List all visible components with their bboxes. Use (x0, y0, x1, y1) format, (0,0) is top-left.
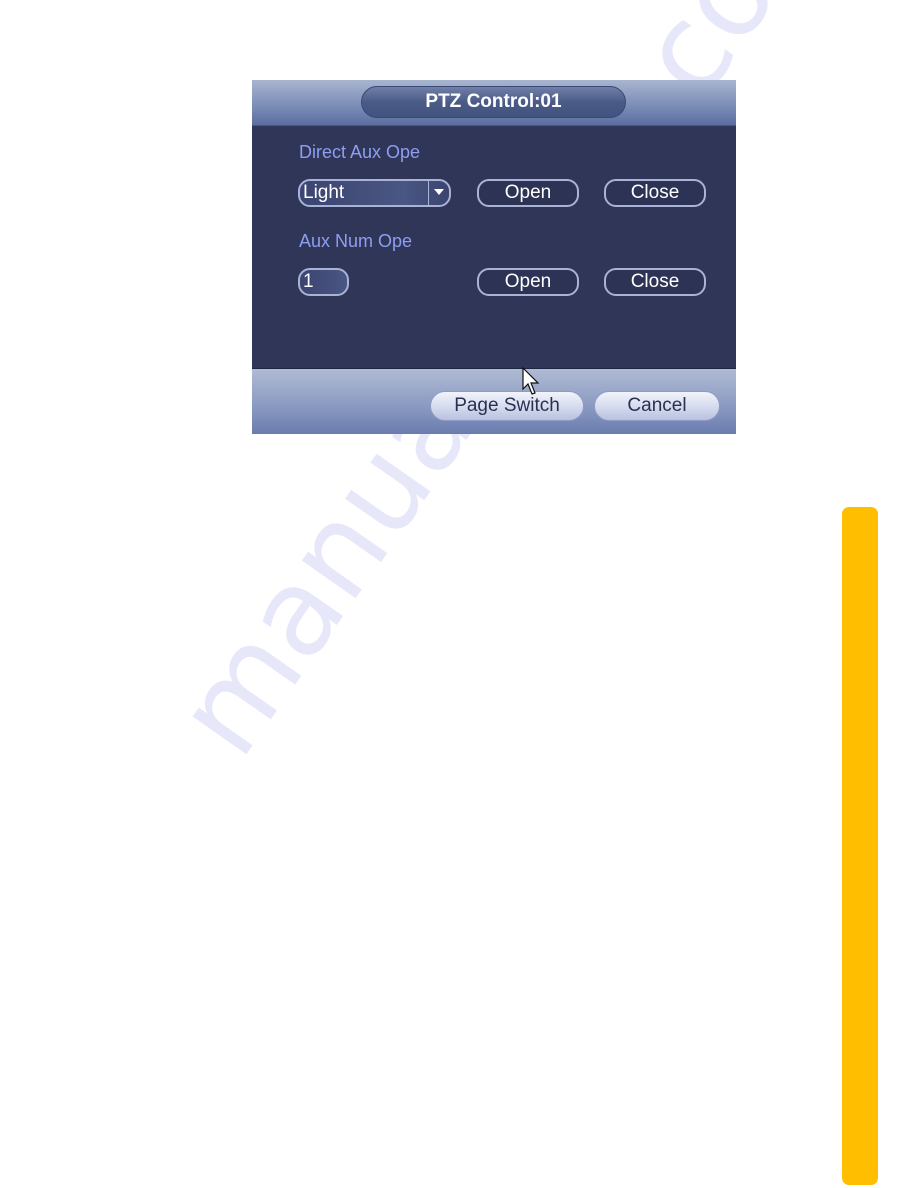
dialog-footer: Page Switch Cancel (252, 368, 736, 434)
mouse-pointer-icon (522, 367, 540, 395)
side-tab (842, 507, 878, 1185)
direct-aux-open-button[interactable]: Open (477, 179, 579, 207)
dialog-titlebar: PTZ Control:01 (252, 80, 736, 126)
aux-function-value: Light (303, 182, 345, 203)
page-switch-button[interactable]: Page Switch (430, 391, 584, 421)
aux-num-close-button[interactable]: Close (604, 268, 706, 296)
ptz-control-dialog: PTZ Control:01 Direct Aux Ope Light Open… (252, 80, 736, 434)
direct-aux-label: Direct Aux Ope (299, 142, 421, 162)
aux-function-select[interactable]: Light (298, 179, 451, 207)
cancel-button[interactable]: Cancel (594, 391, 720, 421)
aux-num-label: Aux Num Ope (299, 231, 413, 251)
dialog-title: PTZ Control:01 (361, 86, 626, 118)
aux-number-input[interactable]: 1 (298, 268, 349, 296)
chevron-down-icon[interactable] (428, 181, 449, 205)
direct-aux-close-button[interactable]: Close (604, 179, 706, 207)
aux-num-open-button[interactable]: Open (477, 268, 579, 296)
